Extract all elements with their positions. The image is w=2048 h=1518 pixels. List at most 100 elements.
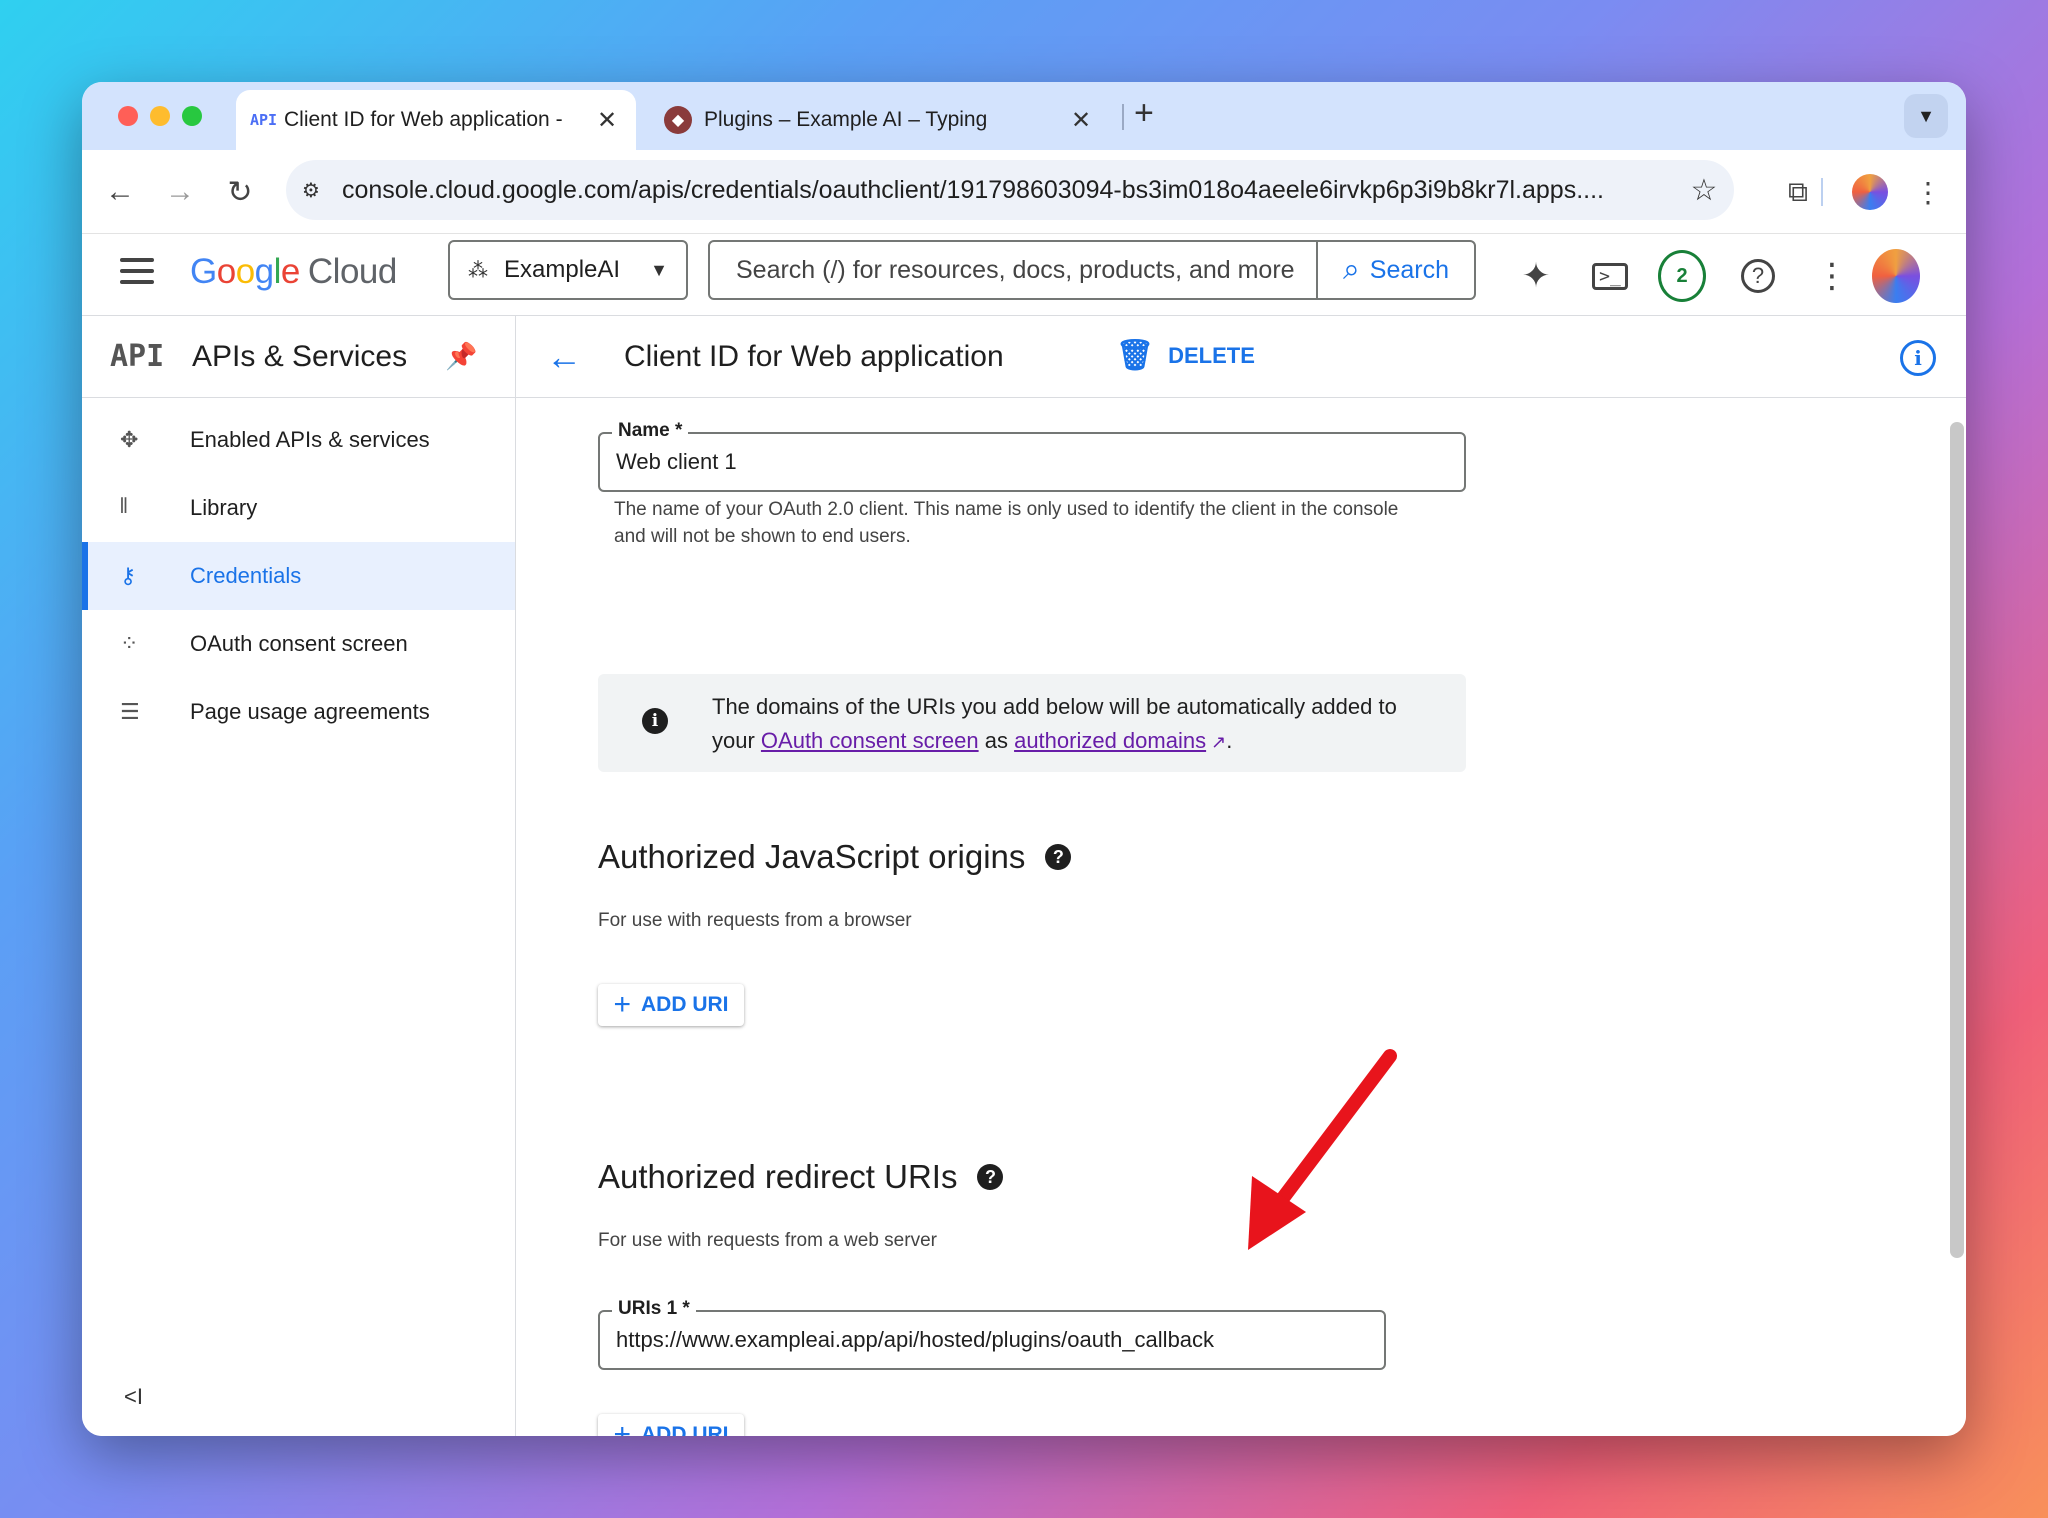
delete-button[interactable]: 🗑 DELETE [1116, 338, 1255, 373]
back-arrow-icon[interactable]: ← [96, 168, 144, 216]
project-dots-icon: ⁂ [468, 259, 488, 282]
plugin-favicon-icon: ◆ [664, 106, 692, 134]
search-icon: ⌕ [1342, 253, 1360, 286]
help-icon[interactable]: ? [1734, 252, 1782, 300]
plus-icon: + [613, 1418, 632, 1436]
sidebar-item-enabled-apis[interactable]: ✥ Enabled APIs & services [82, 406, 515, 474]
sidebar-item-label: Credentials [190, 563, 302, 588]
tab-title: Plugins – Example AI – Typing [704, 108, 988, 131]
gemini-sparkle-icon[interactable]: ✦ [1512, 252, 1560, 300]
toolbar-divider [1820, 170, 1824, 214]
tab-title: Client ID for Web application - [284, 108, 563, 131]
sidebar: API APIs & Services 📌 ✥ Enabled APIs & s… [82, 316, 516, 1436]
tab-search-chevron-icon[interactable]: ▼ [1904, 94, 1948, 138]
more-options-icon[interactable]: ⋮ [1808, 252, 1856, 300]
name-field-value[interactable]: Web client 1 [616, 449, 737, 475]
name-helper-text: The name of your OAuth 2.0 client. This … [614, 499, 1399, 547]
name-field-label: Name * [612, 420, 689, 442]
sidebar-item-oauth-consent[interactable]: ⁘ OAuth consent screen [82, 610, 515, 678]
settings-list-icon: ☰ [120, 699, 140, 724]
browser-menu-icon[interactable]: ⋮ [1906, 170, 1950, 214]
authorized-domains-link[interactable]: authorized domains [1014, 728, 1206, 753]
forward-arrow-icon[interactable]: → [156, 168, 204, 216]
sidebar-item-credentials[interactable]: ⚷ Credentials [82, 542, 515, 610]
caret-down-icon: ▼ [650, 259, 668, 280]
sidebar-item-page-usage[interactable]: ☰ Page usage agreements [82, 678, 515, 746]
plus-icon: + [613, 988, 632, 1021]
url-text[interactable]: console.cloud.google.com/apis/credential… [342, 176, 1674, 205]
add-uri-label: ADD URI [641, 1423, 729, 1436]
redirect-uris-title: Authorized redirect URIs ? [598, 1158, 1004, 1196]
sidebar-item-label: OAuth consent screen [190, 631, 408, 656]
info-banner-text: The domains of the URIs you add below wi… [712, 694, 1397, 753]
tab-bar: API Client ID for Web application - ✕ ◆ … [82, 82, 1966, 150]
search-box: ⌕ Search [708, 240, 1476, 300]
account-avatar[interactable] [1872, 249, 1920, 303]
profile-avatar[interactable] [1848, 170, 1892, 214]
js-origins-subtitle: For use with requests from a browser [598, 910, 912, 931]
maximize-window-button[interactable] [182, 106, 202, 126]
redirect-uri-value[interactable]: https://www.exampleai.app/api/hosted/plu… [616, 1327, 1214, 1353]
bookmark-star-icon[interactable]: ☆ [1674, 173, 1734, 208]
collapse-sidebar-button[interactable]: <I [124, 1384, 143, 1410]
browser-toolbar: ← → ↻ ⚙ console.cloud.google.com/apis/cr… [82, 150, 1966, 234]
search-input[interactable] [710, 242, 1316, 298]
add-js-origin-button[interactable]: + ADD URI [598, 984, 744, 1026]
redirect-uris-subtitle: For use with requests from a web server [598, 1230, 937, 1251]
minimize-window-button[interactable] [150, 106, 170, 126]
scrollbar[interactable] [1950, 422, 1964, 1258]
tab-client-id[interactable]: API Client ID for Web application - ✕ [236, 90, 636, 150]
avatar-image [1872, 249, 1920, 303]
address-bar[interactable]: ⚙ console.cloud.google.com/apis/credenti… [286, 160, 1734, 220]
redirect-uri-label: URIs 1 * [612, 1298, 696, 1320]
project-selector[interactable]: ⁂ ExampleAI ▼ [448, 240, 688, 300]
console-header: GoogleCloud ⁂ ExampleAI ▼ ⌕ Search ✦ >_ … [82, 234, 1966, 316]
name-field[interactable]: Name * Web client 1 [598, 420, 1466, 492]
browser-window: API Client ID for Web application - ✕ ◆ … [82, 82, 1966, 1436]
page-title: Client ID for Web application [624, 340, 1004, 373]
sidebar-header: API APIs & Services 📌 [82, 316, 515, 398]
new-tab-button[interactable]: + [1134, 94, 1154, 133]
extensions-puzzle-icon[interactable]: ⧉ [1776, 170, 1820, 214]
project-name: ExampleAI [504, 256, 621, 283]
close-tab-icon[interactable]: ✕ [1066, 106, 1096, 135]
pin-icon[interactable]: 📌 [445, 341, 515, 372]
reload-icon[interactable]: ↻ [216, 168, 264, 216]
hamburger-menu-icon[interactable] [120, 258, 154, 291]
cloud-shell-terminal-icon[interactable]: >_ [1586, 252, 1634, 300]
sidebar-title: APIs & Services [192, 339, 408, 373]
key-icon: ⚷ [120, 563, 137, 588]
google-cloud-logo[interactable]: Google Cloud [190, 252, 397, 292]
oauth-consent-link[interactable]: OAuth consent screen [761, 728, 979, 753]
apis-icon: ✥ [120, 427, 139, 452]
sidebar-item-label: Library [190, 495, 258, 520]
add-uri-label: ADD URI [641, 993, 729, 1016]
tab-separator [1122, 104, 1124, 130]
annotation-arrow [1243, 1045, 1401, 1255]
help-question-icon[interactable]: ? [977, 1164, 1004, 1190]
info-icon[interactable]: i [1900, 340, 1936, 376]
info-banner: i The domains of the URIs you add below … [598, 674, 1466, 772]
js-origins-title: Authorized JavaScript origins ? [598, 838, 1072, 876]
search-button[interactable]: ⌕ Search [1316, 242, 1474, 298]
main-panel: ← Client ID for Web application 🗑 DELETE… [516, 316, 1966, 1436]
delete-label: DELETE [1168, 342, 1255, 368]
close-tab-icon[interactable]: ✕ [592, 106, 622, 135]
add-redirect-uri-button[interactable]: + ADD URI [598, 1414, 744, 1436]
sidebar-item-label: Page usage agreements [190, 699, 430, 724]
close-window-button[interactable] [118, 106, 138, 126]
api-favicon-icon: API [250, 111, 278, 129]
notifications-badge[interactable]: 2 [1658, 250, 1706, 302]
avatar-image [1852, 174, 1888, 210]
site-settings-icon[interactable]: ⚙ [302, 178, 342, 203]
trash-icon: 🗑 [1116, 339, 1155, 372]
sidebar-item-library[interactable]: 𝍪 Library [82, 474, 515, 542]
sidebar-item-label: Enabled APIs & services [190, 427, 430, 452]
help-question-icon[interactable]: ? [1045, 844, 1072, 870]
page-header: ← Client ID for Web application 🗑 DELETE… [516, 316, 1966, 398]
tab-plugins[interactable]: ◆ Plugins – Example AI – Typing ✕ [650, 90, 1110, 150]
back-arrow-icon[interactable]: ← [546, 336, 582, 378]
redirect-uri-field[interactable]: URIs 1 * https://www.exampleai.app/api/h… [598, 1298, 1386, 1370]
library-icon: 𝍪 [120, 493, 128, 518]
consent-icon: ⁘ [120, 631, 139, 656]
